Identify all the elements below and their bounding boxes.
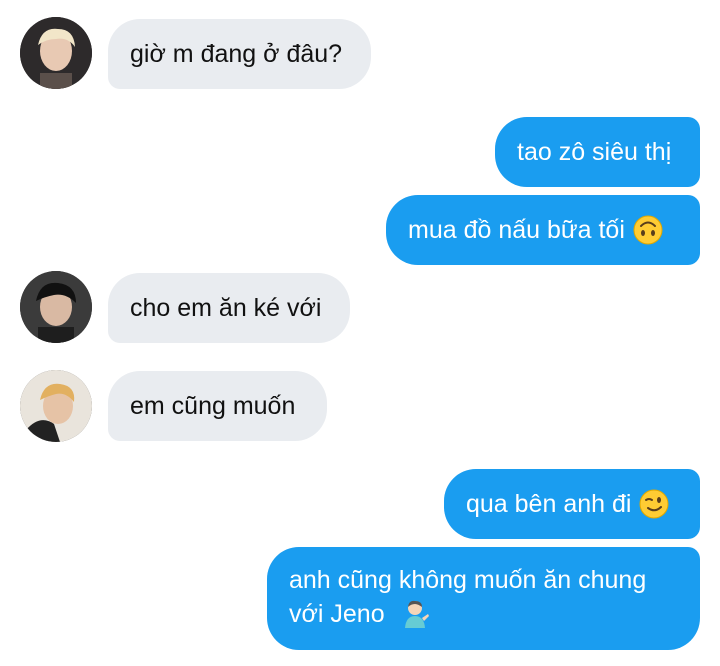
message-text: tao zô siêu thị [517, 138, 672, 166]
message-text: mua đồ nấu bữa tối [408, 216, 625, 244]
message-text-line-2: với Jeno [289, 597, 646, 631]
message-bubble-incoming[interactable]: cho em ăn ké với [108, 273, 350, 343]
message-text: với Jeno [289, 600, 385, 628]
message-text: em cũng muốn [130, 392, 296, 420]
message-bubble-outgoing[interactable]: mua đồ nấu bữa tối [386, 195, 700, 265]
upside-down-face-emoji-icon [633, 215, 663, 245]
man-tipping-hand-emoji-icon [400, 598, 430, 628]
message-text: giờ m đang ở đâu? [130, 40, 343, 68]
avatar-sender-3[interactable] [20, 370, 92, 442]
winking-face-emoji-icon [639, 489, 669, 519]
message-text-line-1: anh cũng không muốn ăn chung [289, 566, 647, 594]
message-bubble-outgoing[interactable]: tao zô siêu thị [495, 117, 700, 187]
message-text-block: anh cũng không muốn ăn chung với Jeno [289, 563, 646, 631]
message-bubble-outgoing[interactable]: anh cũng không muốn ăn chung với Jeno [267, 547, 700, 650]
message-text: qua bên anh đi [466, 490, 632, 518]
message-bubble-outgoing[interactable]: qua bên anh đi [444, 469, 700, 539]
message-bubble-incoming[interactable]: giờ m đang ở đâu? [108, 19, 371, 89]
avatar-photo-icon [20, 271, 92, 343]
message-text: cho em ăn ké với [130, 294, 322, 322]
avatar-sender-1[interactable] [20, 17, 92, 89]
avatar-photo-icon [20, 370, 92, 442]
avatar-photo-icon [20, 17, 92, 89]
avatar-sender-2[interactable] [20, 271, 92, 343]
message-bubble-incoming[interactable]: em cũng muốn [108, 371, 327, 441]
